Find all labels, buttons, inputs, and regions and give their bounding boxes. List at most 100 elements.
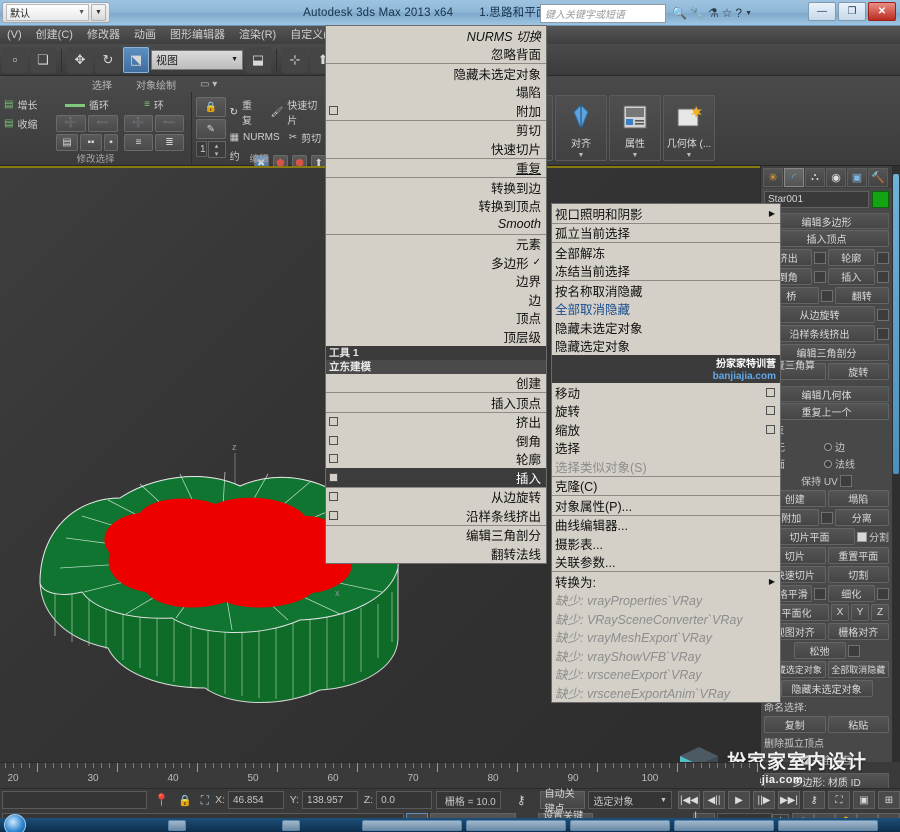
cut-label[interactable]: 剪切 xyxy=(301,130,321,145)
quad-item-rotate[interactable]: 旋转 xyxy=(552,402,780,421)
select-and-rotate-icon[interactable]: ↻ xyxy=(95,46,121,73)
chevron-down-icon[interactable]: ▼ xyxy=(686,152,693,159)
loop-shift-button[interactable]: ▤ xyxy=(56,134,78,151)
move-settings-box[interactable] xyxy=(766,387,775,397)
inset-settings-box[interactable] xyxy=(877,270,889,283)
modify-tab[interactable]: ◜ xyxy=(784,167,804,187)
detach-button[interactable]: 分离 xyxy=(834,509,889,526)
align-button[interactable]: 对齐 ▼ xyxy=(555,95,607,161)
ring-alt-button[interactable]: ≣ xyxy=(155,134,184,151)
grow-button[interactable]: ▤ 增长 xyxy=(4,97,50,112)
turn-button[interactable]: 旋转 xyxy=(827,363,889,380)
zoom-extents-icon[interactable]: ⛶ xyxy=(827,791,850,809)
search-input[interactable]: 键入关键字或短语 xyxy=(539,3,666,23)
attach-settings-box[interactable] xyxy=(329,105,338,115)
taskbar-item[interactable] xyxy=(778,820,878,831)
loop-grow-button[interactable]: ➕ xyxy=(56,115,86,132)
absolute-mode-icon[interactable]: ⛶ xyxy=(201,793,209,808)
create-tab[interactable]: ✳ xyxy=(763,167,783,187)
object-color-swatch[interactable] xyxy=(872,191,889,208)
split-checkbox[interactable] xyxy=(857,531,867,542)
quad-item-border[interactable]: 边界 xyxy=(326,272,546,291)
quad-item-repeat[interactable]: 重复 xyxy=(326,159,546,178)
wrench-icon[interactable]: 🔧 xyxy=(690,7,705,19)
close-button[interactable]: ✕ xyxy=(868,2,896,21)
taskbar-item[interactable] xyxy=(466,820,566,831)
select-and-move-icon[interactable]: ✥ xyxy=(67,46,93,73)
quad-item-unfreeze-all[interactable]: 全部解冻 xyxy=(552,243,780,262)
previous-frame-icon[interactable]: ◀|| xyxy=(702,791,725,809)
inset-button[interactable]: 插入 xyxy=(827,268,875,285)
menu-item-modifiers[interactable]: 修改器 xyxy=(80,26,127,44)
extrude-spline-settings-box[interactable] xyxy=(877,327,889,340)
cut-button[interactable]: 切割 xyxy=(827,566,889,583)
bevel-settings-box[interactable] xyxy=(813,270,826,283)
quad-item-convert-to-edge[interactable]: 转换到边 xyxy=(326,178,546,197)
play-animation-icon[interactable]: ▶ xyxy=(727,791,750,809)
bevel-settings-box[interactable] xyxy=(329,435,338,445)
quad-item-create[interactable]: 创建 xyxy=(326,374,546,393)
quad-item-polygon[interactable]: 多边形 ✓ xyxy=(326,253,546,272)
quad-item-convert-to-vertex[interactable]: 转换到顶点 xyxy=(326,197,546,216)
use-pivot-point-center-icon[interactable]: ⬓ xyxy=(245,46,271,73)
quad-item-element[interactable]: 元素 xyxy=(326,235,546,254)
shrink-button[interactable]: ▤ 收缩 xyxy=(4,116,50,131)
quad-item-extrude-along-spline[interactable]: 沿样条线挤出 xyxy=(326,506,546,525)
properties-button[interactable]: 属性 ▼ xyxy=(609,95,661,161)
taskbar-item[interactable] xyxy=(674,820,774,831)
inset-settings-box[interactable] xyxy=(329,472,338,482)
quad-item-select[interactable]: 选择 xyxy=(552,439,780,458)
quad-item-unhide-all[interactable]: 全部取消隐藏 xyxy=(552,300,780,319)
select-and-link-icon[interactable]: ⊹ xyxy=(282,46,308,73)
unhide-all-button[interactable]: 全部取消隐藏 xyxy=(827,661,889,678)
extrude-settings-box[interactable] xyxy=(329,417,338,427)
quad-item-extrude[interactable]: 挤出 xyxy=(326,413,546,432)
quad-item-wire-parameters[interactable]: 关联参数... xyxy=(552,553,780,572)
quad-item-edit-triangulation[interactable]: 编辑三角剖分 xyxy=(326,526,546,545)
quad-item-dope-sheet[interactable]: 摄影表... xyxy=(552,534,780,553)
repeat-button[interactable]: ↻ 重复 🖌 快速切片 xyxy=(230,97,327,127)
chevron-down-icon[interactable]: ▼ xyxy=(578,152,585,159)
select-region-icon[interactable]: ❏ xyxy=(30,46,56,73)
scrollbar-thumb[interactable] xyxy=(893,174,899,474)
star-icon[interactable]: ☆ xyxy=(722,7,733,19)
timeline-ruler[interactable]: 20 30 40 50 60 70 80 90 100 xyxy=(0,762,760,788)
chevron-down-icon[interactable]: ▼ xyxy=(745,10,752,17)
rollout-edit-geometry[interactable]: - 编辑几何体 xyxy=(764,386,889,402)
pin-icon[interactable]: 📍 xyxy=(154,793,169,807)
quick-slice-label[interactable]: 快速切片 xyxy=(287,97,326,127)
display-tab[interactable]: ▣ xyxy=(847,167,867,187)
quad-item-smooth[interactable]: Smooth xyxy=(326,215,546,234)
hide-unselected-button[interactable]: 隐藏未选定对象 xyxy=(780,680,873,697)
utilities-tab[interactable]: 🔨 xyxy=(868,167,888,187)
loop-single-button[interactable]: ▪ xyxy=(104,134,118,151)
insert-vertex-button[interactable]: 插入顶点 xyxy=(764,230,889,247)
quad-item-freeze-selection[interactable]: 冻结当前选择 xyxy=(552,262,780,281)
meshsmooth-settings-box[interactable] xyxy=(813,587,826,600)
quad-item-hinge-from-edge[interactable]: 从边旋转 xyxy=(326,488,546,507)
zoom-region-icon[interactable]: ▣ xyxy=(852,791,875,809)
hierarchy-tab[interactable]: ⛬ xyxy=(805,167,825,187)
maximize-button[interactable]: ❐ xyxy=(838,2,866,21)
quad-menu-left[interactable]: NURMS 切换 忽略背面 隐藏未选定对象 塌陷 附加 剪切 快速切片 重复 转… xyxy=(325,25,547,564)
loop-shrink-button[interactable]: ➖ xyxy=(88,115,118,132)
quad-item-ignore-backfacing[interactable]: 忽略背面 xyxy=(326,45,546,64)
preserve-uv-settings-box[interactable] xyxy=(839,474,852,487)
constraint-normal-radio[interactable] xyxy=(824,459,832,468)
copy-button[interactable]: 复制 xyxy=(764,716,826,733)
ring-shift-button[interactable]: ≡ xyxy=(124,134,153,151)
quad-item-clone[interactable]: 克隆(C) xyxy=(552,477,780,496)
geometry-button[interactable]: 几何体 (... ▼ xyxy=(663,95,715,161)
quad-item-scale[interactable]: 缩放 xyxy=(552,420,780,439)
menu-item-view[interactable]: (V) xyxy=(0,26,29,44)
tessellate-button[interactable]: 细化 xyxy=(827,585,875,602)
quad-item-vertex[interactable]: 顶点 xyxy=(326,309,546,328)
quad-item-nurms-toggle[interactable]: NURMS 切换 xyxy=(326,26,546,45)
reference-coordinate-system-combo[interactable]: 视图 ▼ xyxy=(151,49,243,70)
menu-item-rendering[interactable]: 渲染(R) xyxy=(232,26,283,44)
key-icon[interactable]: ⚷ xyxy=(517,793,526,807)
ribbon-group-label-object-paint[interactable]: 对象绘制 xyxy=(124,77,188,92)
planar-y-button[interactable]: Y xyxy=(851,604,869,621)
preserve-uv-button[interactable]: 🔒 xyxy=(196,97,226,117)
rollout-edit-polygons[interactable]: - 编辑多边形 xyxy=(764,213,889,229)
